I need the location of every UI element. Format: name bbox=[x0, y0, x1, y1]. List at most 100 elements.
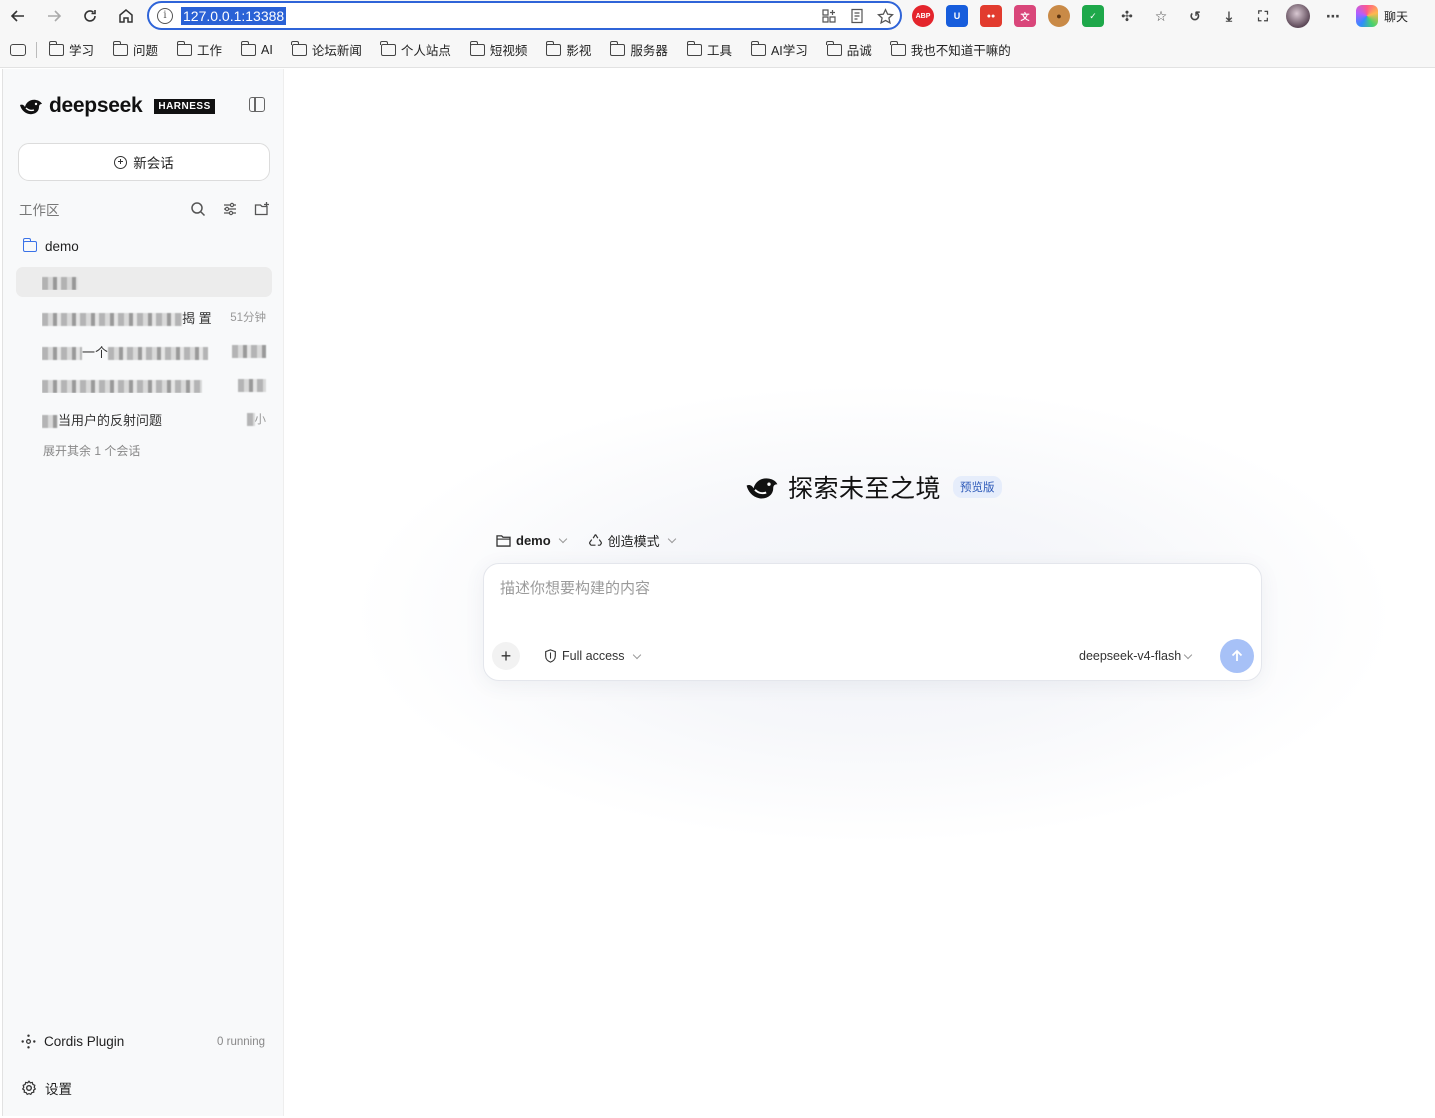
conversation-item[interactable]: 当用户的反射问题 小 bbox=[16, 404, 272, 434]
bookmarks-bar: 学习 问题 工作 AI 论坛新闻 个人站点 短视频 影视 服务器 工具 AI学习… bbox=[0, 32, 1435, 68]
settings-button[interactable]: 设置 bbox=[21, 1078, 72, 1098]
site-info-icon[interactable]: i bbox=[157, 7, 173, 24]
conversation-title: 一个 bbox=[42, 342, 232, 361]
workspace-select-label: demo bbox=[516, 533, 551, 548]
plugin-label: Cordis Plugin bbox=[44, 1034, 125, 1049]
reload-icon bbox=[84, 10, 96, 22]
filter-icon[interactable] bbox=[221, 200, 239, 218]
download-icon[interactable]: ⤓ bbox=[1218, 5, 1240, 27]
prompt-input[interactable] bbox=[500, 580, 1240, 597]
home-button[interactable] bbox=[108, 1, 144, 31]
search-icon[interactable] bbox=[189, 200, 207, 218]
collapse-sidebar-icon[interactable] bbox=[249, 97, 265, 112]
bookmark-folder[interactable]: 服务器 bbox=[610, 40, 668, 59]
bookmark-folder[interactable]: AI学习 bbox=[750, 40, 808, 59]
app-install-icon[interactable] bbox=[820, 7, 838, 25]
folder-icon bbox=[48, 40, 64, 56]
extension-bar: ABP U ●● 文 ● ✓ ✣ ☆ ↺ ⤓ ⛶ ⋯ 聊天 bbox=[912, 4, 1408, 28]
conversation-time: 51分钟 bbox=[230, 312, 266, 324]
attach-plus-button[interactable]: + bbox=[492, 642, 520, 670]
browser-toolbar: i 127.0.0.1:13388 ABP U ●● 文 ● ✓ ✣ ☆ ↺ ⤓… bbox=[0, 0, 1435, 32]
conversation-time bbox=[232, 344, 266, 358]
brand-badge: HARNESS bbox=[154, 98, 215, 114]
bookmark-divider bbox=[36, 41, 37, 58]
bookmark-folder[interactable]: 短视频 bbox=[469, 40, 527, 59]
profile-avatar[interactable] bbox=[1286, 4, 1310, 28]
red-extension-icon[interactable]: ●● bbox=[980, 5, 1002, 27]
forward-button[interactable] bbox=[36, 1, 72, 31]
bookmark-folder[interactable]: 工作 bbox=[176, 40, 222, 59]
abp-icon[interactable]: ABP bbox=[912, 5, 934, 27]
chat-label: 聊天 bbox=[1384, 9, 1409, 24]
back-button[interactable] bbox=[0, 1, 36, 31]
bookmark-label: 品诚 bbox=[846, 44, 872, 58]
copilot-chat-button[interactable]: 聊天 bbox=[1356, 5, 1408, 27]
folder-icon bbox=[22, 238, 37, 252]
access-label: Full access bbox=[562, 649, 625, 663]
whale-logo-icon bbox=[20, 99, 42, 115]
chevron-down-icon bbox=[558, 534, 567, 544]
new-chat-label: 新会话 bbox=[133, 156, 174, 171]
favorite-star-icon[interactable] bbox=[876, 7, 894, 25]
cookie-icon[interactable]: ● bbox=[1048, 5, 1070, 27]
context-selectors: demo 创造模式 bbox=[496, 531, 676, 550]
reload-button[interactable] bbox=[72, 1, 108, 31]
conversation-item[interactable]: 揭 置 51分钟 bbox=[16, 302, 272, 332]
bookmark-folder[interactable]: 影视 bbox=[546, 40, 591, 59]
history-icon[interactable]: ↺ bbox=[1184, 5, 1206, 27]
folder-icon bbox=[112, 40, 129, 56]
workspace-select[interactable]: demo bbox=[496, 533, 567, 548]
plugin-status-row[interactable]: Cordis Plugin 0 running bbox=[21, 1034, 265, 1049]
check-extension-icon[interactable]: ✓ bbox=[1082, 5, 1104, 27]
hero-header: 探索未至之境 预览版 bbox=[744, 469, 1002, 505]
conversation-title bbox=[42, 377, 238, 393]
model-select[interactable]: deepseek-v4-flash bbox=[1079, 649, 1193, 663]
bookmark-folder[interactable]: 问题 bbox=[112, 40, 158, 59]
conversation-item[interactable] bbox=[16, 267, 272, 297]
arrow-right-icon bbox=[48, 10, 62, 22]
chevron-down-icon bbox=[1183, 650, 1193, 659]
access-level-select[interactable]: Full access bbox=[544, 649, 641, 663]
bookmark-label: 学习 bbox=[69, 44, 95, 58]
folder-icon bbox=[291, 40, 307, 56]
reader-mode-icon[interactable] bbox=[848, 7, 866, 25]
conversation-item[interactable] bbox=[16, 370, 272, 400]
send-button[interactable] bbox=[1220, 639, 1254, 673]
brand-logo: deepseek HARNESS bbox=[19, 94, 215, 118]
bitwarden-icon[interactable]: U bbox=[946, 5, 968, 27]
extensions-puzzle-icon[interactable]: ✣ bbox=[1116, 5, 1138, 27]
address-bar[interactable]: i 127.0.0.1:13388 bbox=[147, 1, 902, 30]
bookmark-folder[interactable]: 我也不知道干嘛的 bbox=[890, 40, 1011, 59]
expand-more-link[interactable]: 展开其余 1 个会话 bbox=[43, 442, 140, 459]
new-folder-icon[interactable] bbox=[253, 200, 271, 218]
folder-icon bbox=[240, 40, 257, 56]
bookmark-folder[interactable]: 个人站点 bbox=[380, 40, 451, 59]
chevron-down-icon bbox=[667, 534, 676, 544]
bookmark-folder[interactable]: 学习 bbox=[48, 40, 95, 59]
gear-icon bbox=[21, 1080, 37, 1096]
folder-icon bbox=[496, 535, 511, 547]
workspace-folder-demo[interactable]: demo bbox=[22, 238, 79, 254]
url-text[interactable]: 127.0.0.1:13388 bbox=[181, 6, 287, 25]
mode-select[interactable]: 创造模式 bbox=[588, 531, 676, 550]
folder-icon bbox=[750, 40, 766, 56]
bookmark-folder[interactable]: 工具 bbox=[686, 40, 732, 59]
workspace-header: 工作区 bbox=[19, 199, 271, 219]
reading-list-icon[interactable] bbox=[10, 43, 26, 56]
folder-icon bbox=[469, 40, 485, 56]
folder-name: demo bbox=[45, 239, 79, 254]
bookmark-folder[interactable]: 品诚 bbox=[826, 40, 872, 59]
screenshot-icon[interactable]: ⛶ bbox=[1252, 5, 1274, 27]
translate-icon[interactable]: 文 bbox=[1014, 5, 1036, 27]
favorites-icon[interactable]: ☆ bbox=[1150, 5, 1172, 27]
bookmark-folder[interactable]: AI bbox=[240, 40, 273, 57]
chevron-down-icon bbox=[632, 650, 641, 659]
bookmark-label: 工具 bbox=[706, 44, 732, 58]
new-chat-button[interactable]: 新会话 bbox=[18, 143, 270, 181]
model-label: deepseek-v4-flash bbox=[1079, 649, 1182, 663]
folder-icon bbox=[890, 40, 906, 56]
sidebar: deepseek HARNESS 新会话 工作区 demo 揭 置 51分钟 一… bbox=[2, 69, 284, 1116]
conversation-item[interactable]: 一个 bbox=[16, 336, 272, 366]
more-menu-icon[interactable]: ⋯ bbox=[1322, 5, 1344, 27]
bookmark-folder[interactable]: 论坛新闻 bbox=[291, 40, 362, 59]
